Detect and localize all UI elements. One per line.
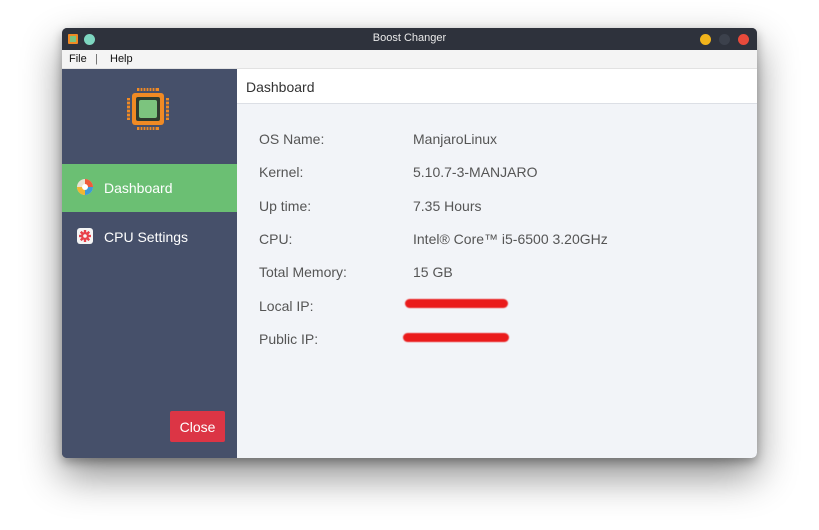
close-button[interactable]: Close	[170, 411, 225, 442]
info-value: 7.35 Hours	[413, 198, 482, 214]
sidebar-item-label: CPU Settings	[104, 229, 189, 245]
maximize-button[interactable]	[719, 34, 730, 45]
redaction-mark	[403, 333, 509, 342]
info-label: Public IP:	[259, 331, 319, 347]
cpu-chip-icon	[127, 88, 169, 130]
menu-help[interactable]: Help	[110, 53, 133, 65]
info-row-kernel: Kernel: 5.10.7-3-MANJARO	[259, 164, 739, 184]
info-value: 5.10.7-3-MANJARO	[413, 164, 538, 180]
menu-separator: |	[95, 53, 98, 65]
info-row-total-memory: Total Memory: 15 GB	[259, 264, 739, 284]
menu-file[interactable]: File	[69, 53, 87, 65]
main-panel: Dashboard OS Name: ManjaroLinux Kernel: …	[237, 69, 757, 458]
page-header: Dashboard	[237, 69, 757, 104]
info-value: Intel® Core™ i5-6500 3.20GHz	[413, 231, 608, 247]
sidebar: Dashboard CPU Settings Close	[62, 69, 237, 458]
info-label: Kernel:	[259, 164, 304, 180]
title-bar[interactable]: Boost Changer	[62, 28, 757, 50]
info-value: 15 GB	[413, 264, 453, 280]
sidebar-item-dashboard[interactable]: Dashboard	[62, 164, 237, 212]
dashboard-icon	[77, 179, 93, 195]
info-value: ManjaroLinux	[413, 131, 498, 147]
window-title: Boost Changer	[372, 32, 447, 44]
minimize-button[interactable]	[700, 34, 711, 45]
info-row-uptime: Up time: 7.35 Hours	[259, 198, 739, 218]
info-label: Local IP:	[259, 298, 314, 314]
info-label: Up time:	[259, 198, 312, 214]
close-window-button[interactable]	[738, 34, 749, 45]
info-row-local-ip: Local IP:	[259, 298, 739, 318]
info-row-cpu: CPU: Intel® Core™ i5-6500 3.20GHz	[259, 231, 739, 251]
sidebar-item-label: Dashboard	[104, 180, 173, 196]
gear-icon	[77, 228, 93, 244]
app-window: Boost Changer File | Help Dashboard CPU …	[62, 28, 757, 458]
info-row-public-ip: Public IP:	[259, 331, 739, 351]
menu-bar: File | Help	[62, 50, 757, 69]
info-label: CPU:	[259, 231, 293, 247]
redaction-mark	[405, 299, 508, 308]
info-row-os-name: OS Name: ManjaroLinux	[259, 131, 739, 151]
info-label: OS Name:	[259, 131, 325, 147]
sidebar-item-cpu-settings[interactable]: CPU Settings	[62, 213, 237, 261]
info-label: Total Memory:	[259, 264, 347, 280]
page-title: Dashboard	[246, 79, 315, 95]
